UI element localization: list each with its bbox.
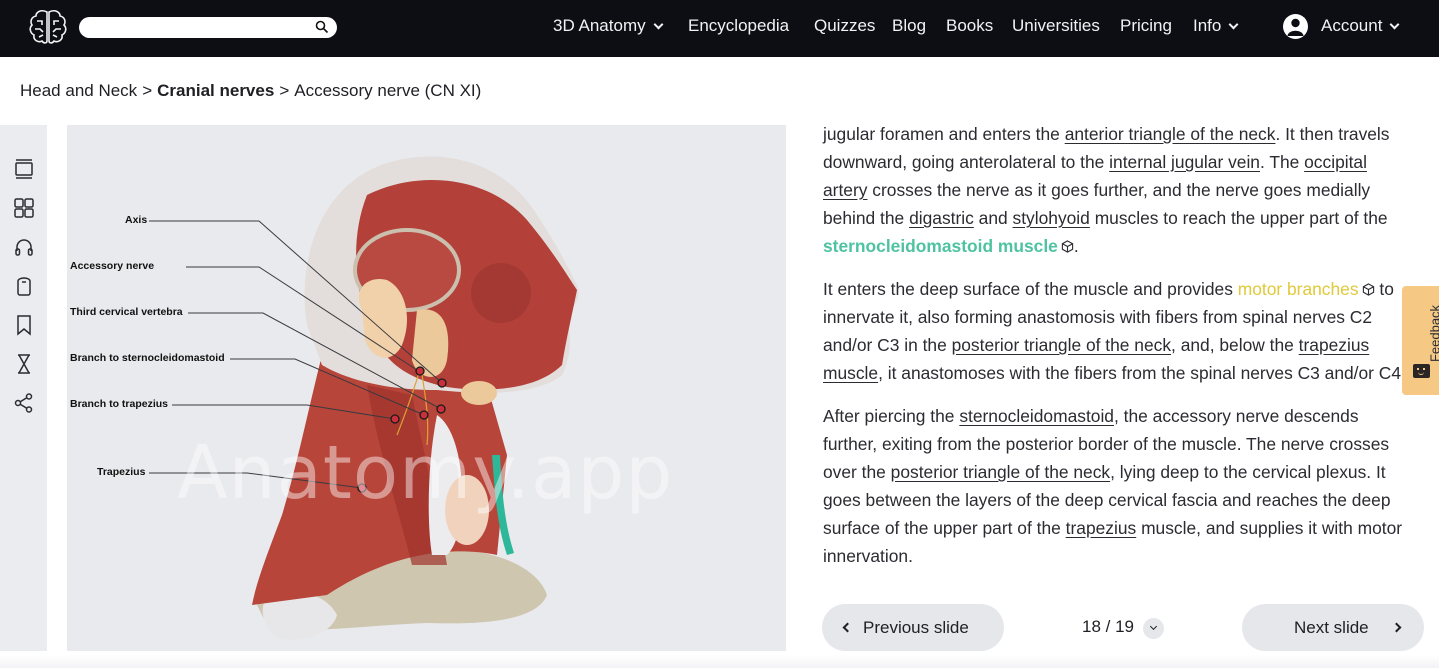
marker-axis[interactable] [437,378,447,388]
next-slide-label: Next slide [1294,617,1369,637]
link-internal-jugular-vein[interactable]: internal jugular vein [1109,152,1260,172]
orbicularis-shape [471,263,531,323]
account-menu[interactable]: Account [1321,16,1400,36]
side-toolbar [0,125,47,651]
model-link-motor-branches[interactable]: motor branches [1238,279,1359,299]
nav-label: Universities [1012,16,1100,35]
link-posterior-triangle[interactable]: posterior triangle of the neck [891,462,1110,482]
model-link-sternocleidomastoid-muscle[interactable]: sternocleidomastoid muscle [823,236,1058,256]
grid-icon[interactable] [12,196,36,220]
3d-cube-icon[interactable] [1061,240,1074,253]
feedback-label: Feedback [1427,304,1439,363]
paragraph-2: It enters the deep surface of the muscle… [823,275,1413,387]
link-anterior-triangle[interactable]: anterior triangle of the neck [1065,124,1276,144]
brain-icon[interactable] [27,8,69,46]
watermark: Anatomy.app [177,430,674,516]
chevron-right-icon [1391,622,1402,633]
nav-label: Encyclopedia [688,16,790,35]
feedback-tab[interactable]: Feedback [1402,286,1439,395]
nav-label: Info [1193,16,1222,35]
nav-label: Pricing [1120,16,1172,35]
text: , and, below the [1171,335,1299,355]
bottom-shade [0,655,1439,668]
marker-accessory-nerve[interactable] [415,366,425,376]
breadcrumb-current: Accessory nerve (CN XI) [294,81,482,100]
nav-encyclopedia[interactable]: Encyclopedia [688,16,789,36]
link-trapezius[interactable]: trapezius [1066,518,1137,538]
text: After piercing the [823,406,960,426]
breadcrumb-head-and-neck[interactable]: Head and Neck [20,81,137,101]
label-trapezius[interactable]: Trapezius [97,466,145,478]
nav-label: Books [946,16,994,35]
chevron-down-icon [1389,19,1400,29]
user-avatar-icon[interactable] [1283,14,1308,39]
head-neck-model [149,156,579,640]
text: It enters the deep surface of the muscle… [823,279,1238,299]
nav-info[interactable]: Info [1193,16,1239,36]
link-sternocleidomastoid[interactable]: sternocleidomastoid [959,406,1114,426]
label-branch-to-trapezius[interactable]: Branch to trapezius [70,398,168,410]
parotid-gland-shape [412,309,449,377]
top-navigation-bar: 3D Anatomy Encyclopedia Quizzes Blog Boo… [0,0,1439,57]
headphones-icon[interactable] [12,235,36,259]
chevron-down-icon [653,19,664,29]
nav-label: Quizzes [814,16,876,35]
article-text: jugular foramen and enters the anterior … [823,120,1413,585]
nav-blog[interactable]: Blog [892,16,926,36]
previous-slide-label: Previous slide [863,617,969,637]
breadcrumb: Head and Neck > Cranial nerves > Accesso… [20,81,481,101]
nav-quizzes[interactable]: Quizzes [814,16,875,36]
breadcrumb-cranial-nerves[interactable]: Cranial nerves [157,81,274,101]
nav-3d-anatomy[interactable]: 3D Anatomy [553,16,664,36]
label-branch-to-sternocleidomastoid[interactable]: Branch to sternocleidomastoid [70,352,225,364]
paragraph-3: After piercing the sternocleidomastoid, … [823,402,1413,570]
nav-label: 3D Anatomy [553,16,646,35]
text: . [1073,236,1079,256]
link-stylohyoid[interactable]: stylohyoid [1013,208,1090,228]
nav-books[interactable]: Books [946,16,993,36]
link-digastric[interactable]: digastric [909,208,974,228]
3d-cube-icon[interactable] [1362,283,1375,296]
text: jugular foramen and enters the [823,124,1065,144]
text: . The [1259,152,1305,172]
previous-slide-button[interactable]: Previous slide [822,604,1004,651]
feedback-smile-icon [1413,364,1430,378]
label-third-cervical-vertebra[interactable]: Third cervical vertebra [70,306,183,318]
search-icon[interactable] [315,20,329,34]
nav-pricing[interactable]: Pricing [1120,16,1172,36]
marker-branch-to-trapezius[interactable] [390,414,400,424]
anatomy-illustration[interactable]: Anatomy.app Axis Accessory nerve Third c… [67,125,786,651]
nav-label: Blog [892,16,927,35]
breadcrumb-separator: > [279,81,290,100]
paragraph-1: jugular foramen and enters the anterior … [823,120,1413,260]
label-accessory-nerve[interactable]: Accessory nerve [70,260,154,272]
text: , it anastomoses with the fibers from th… [878,363,1406,383]
slide-select-dropdown[interactable] [1143,618,1164,639]
chevron-left-icon [842,622,853,633]
account-label: Account [1321,16,1383,35]
marker-branch-to-sternocleidomastoid[interactable] [419,410,429,420]
nav-universities[interactable]: Universities [1012,16,1100,36]
breadcrumb-separator: > [142,81,153,100]
submandibular-gland-shape [461,381,497,405]
search-input[interactable] [79,17,337,38]
hourglass-icon[interactable] [12,352,36,376]
share-icon[interactable] [12,391,36,415]
next-slide-button[interactable]: Next slide [1242,604,1424,651]
slide-counter: 18 / 19 [1082,617,1134,636]
chevron-down-icon [1228,19,1239,29]
label-axis[interactable]: Axis [125,214,147,226]
slides-icon[interactable] [12,157,36,181]
flashcard-icon[interactable] [12,274,36,298]
bookmark-icon[interactable] [12,313,36,337]
link-posterior-triangle[interactable]: posterior triangle of the neck [952,335,1171,355]
text: and [973,208,1013,228]
scroll-fade [800,117,1400,127]
marker-third-cervical-vertebra[interactable] [436,404,446,414]
text: muscles to reach the upper part of the [1089,208,1388,228]
